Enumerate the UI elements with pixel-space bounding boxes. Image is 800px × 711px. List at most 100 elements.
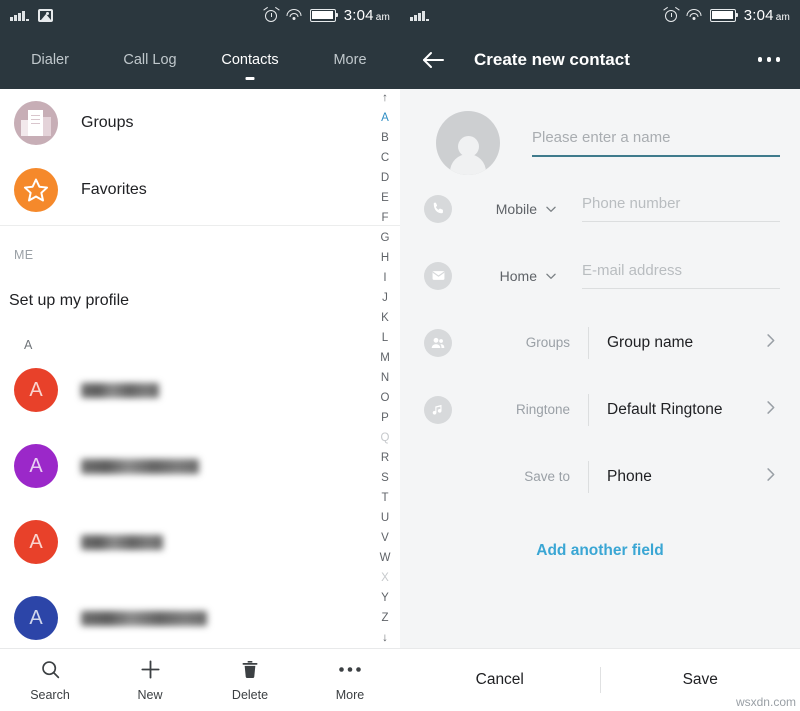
clock-ampm: am <box>375 11 390 23</box>
index-letter-x[interactable]: X <box>381 573 389 585</box>
create-contact-form: Please enter a name Mobile Phone number … <box>400 89 800 648</box>
alarm-icon <box>663 6 680 23</box>
index-letter-z[interactable]: Z <box>381 613 388 625</box>
index-letter-l[interactable]: L <box>382 333 388 345</box>
more-horizontal-icon <box>338 659 362 681</box>
save-button[interactable]: Save <box>601 671 800 689</box>
battery-icon <box>309 8 339 22</box>
status-bar-left-icons <box>10 8 53 22</box>
index-letter-b[interactable]: B <box>381 133 389 145</box>
tab-contacts[interactable]: Contacts <box>200 30 300 89</box>
chevron-down-icon <box>546 273 556 279</box>
index-letter-o[interactable]: O <box>381 393 390 405</box>
tab-more-label: More <box>333 51 367 68</box>
setup-my-profile-row[interactable]: Set up my profile <box>0 262 400 310</box>
new-contact-button-label: New <box>137 687 163 702</box>
save-to-value: Phone <box>607 467 652 485</box>
index-letter-m[interactable]: M <box>380 353 390 365</box>
index-scroll-down-arrow[interactable]: ↓ <box>382 633 388 645</box>
index-letter-v[interactable]: V <box>381 533 389 545</box>
index-letter-h[interactable]: H <box>381 253 389 265</box>
contact-list-item[interactable]: A <box>0 580 400 656</box>
left-bottom-bar: Search New Delete More <box>0 648 400 711</box>
phone-number-input[interactable]: Phone number <box>582 195 780 221</box>
index-letter-c[interactable]: C <box>381 153 389 165</box>
name-input[interactable]: Please enter a name <box>532 129 780 155</box>
avatar-initial: A <box>29 530 43 553</box>
contact-list-item[interactable]: A <box>0 428 400 504</box>
index-letter-q[interactable]: Q <box>381 433 390 445</box>
more-horizontal-icon[interactable] <box>757 57 780 62</box>
contact-name-redacted <box>81 534 163 550</box>
delete-button[interactable]: Delete <box>200 659 300 702</box>
index-letter-j[interactable]: J <box>382 293 388 305</box>
wifi-icon <box>686 9 702 21</box>
index-letter-i[interactable]: I <box>383 273 386 285</box>
tab-more[interactable]: More <box>300 30 400 89</box>
save-to-selector-row[interactable]: Save to Phone <box>400 443 800 510</box>
index-letter-n[interactable]: N <box>381 373 389 385</box>
index-letter-k[interactable]: K <box>381 313 389 325</box>
signal-bars-icon <box>10 9 29 21</box>
index-letter-g[interactable]: G <box>381 233 390 245</box>
tab-call-log-label: Call Log <box>123 51 177 68</box>
index-letter-d[interactable]: D <box>381 173 389 185</box>
people-icon <box>424 328 452 357</box>
tab-call-log[interactable]: Call Log <box>100 30 200 89</box>
groups-label: Groups <box>525 335 570 350</box>
tab-dialer[interactable]: Dialer <box>0 30 100 89</box>
shortcut-groups[interactable]: Groups <box>0 89 400 156</box>
groups-separator <box>588 326 589 359</box>
avatar-initial: A <box>29 378 43 401</box>
chevron-right-icon <box>761 465 780 489</box>
ringtone-separator <box>588 393 589 426</box>
name-row: Please enter a name <box>400 89 800 175</box>
ringtone-label: Ringtone <box>515 402 570 417</box>
shortcut-favorites[interactable]: Favorites <box>0 156 400 223</box>
status-bar-clock: 3:04 am <box>344 7 390 24</box>
search-button[interactable]: Search <box>0 659 100 702</box>
more-options-button[interactable]: More <box>300 659 400 702</box>
dual-pane-screenshot: 3:04 am Dialer Call Log Contacts More Gr… <box>0 0 800 711</box>
groups-selector-row[interactable]: Groups Group name <box>400 309 800 376</box>
phone-type-selector[interactable]: Mobile <box>496 201 558 217</box>
phone-input-underline <box>582 221 780 222</box>
index-letter-f[interactable]: F <box>381 213 388 225</box>
index-letter-y[interactable]: Y <box>381 593 389 605</box>
index-letter-r[interactable]: R <box>381 453 389 465</box>
groups-icon <box>14 100 58 145</box>
phone-icon <box>424 194 452 223</box>
cancel-button[interactable]: Cancel <box>400 671 600 689</box>
phone-input-wrap: Phone number <box>582 195 780 222</box>
name-input-underline <box>532 155 780 157</box>
index-letter-e[interactable]: E <box>381 193 389 205</box>
email-type-selector[interactable]: Home <box>500 268 558 284</box>
letter-header-a: A <box>24 338 33 352</box>
index-letter-p[interactable]: P <box>381 413 389 425</box>
status-bar-clock: 3:04 am <box>744 7 790 24</box>
new-contact-button[interactable]: New <box>100 659 200 702</box>
tab-dialer-label: Dialer <box>31 51 69 68</box>
ringtone-selector-row[interactable]: Ringtone Default Ringtone <box>400 376 800 443</box>
arrow-left-icon[interactable] <box>420 47 446 73</box>
index-letter-w[interactable]: W <box>380 553 391 565</box>
index-letter-u[interactable]: U <box>381 513 389 525</box>
phone-field-row: Mobile Phone number <box>400 175 800 242</box>
signal-bars-icon <box>410 9 429 21</box>
person-placeholder-icon[interactable] <box>436 111 500 175</box>
email-address-input[interactable]: E-mail address <box>582 262 780 288</box>
contact-list-item[interactable]: A <box>0 504 400 580</box>
index-letter-a[interactable]: A <box>381 113 389 125</box>
add-another-field-link[interactable]: Add another field <box>400 510 800 560</box>
index-letter-t[interactable]: T <box>381 493 388 505</box>
index-scroll-up-arrow[interactable]: ↑ <box>382 92 388 105</box>
name-field-wrap: Please enter a name <box>532 129 780 157</box>
contacts-list[interactable]: Groups Favorites ME Set up my profile A … <box>0 89 400 648</box>
app-header: Create new contact <box>400 30 800 89</box>
alphabet-index-bar[interactable]: ↑ A B C D E F G H I J K L M N O P Q R S … <box>374 89 396 648</box>
mail-icon <box>424 261 452 290</box>
contact-list-item[interactable]: A <box>0 352 400 428</box>
index-letter-s[interactable]: S <box>381 473 389 485</box>
clock-time: 3:04 <box>743 6 774 24</box>
tab-contacts-label: Contacts <box>221 51 279 68</box>
